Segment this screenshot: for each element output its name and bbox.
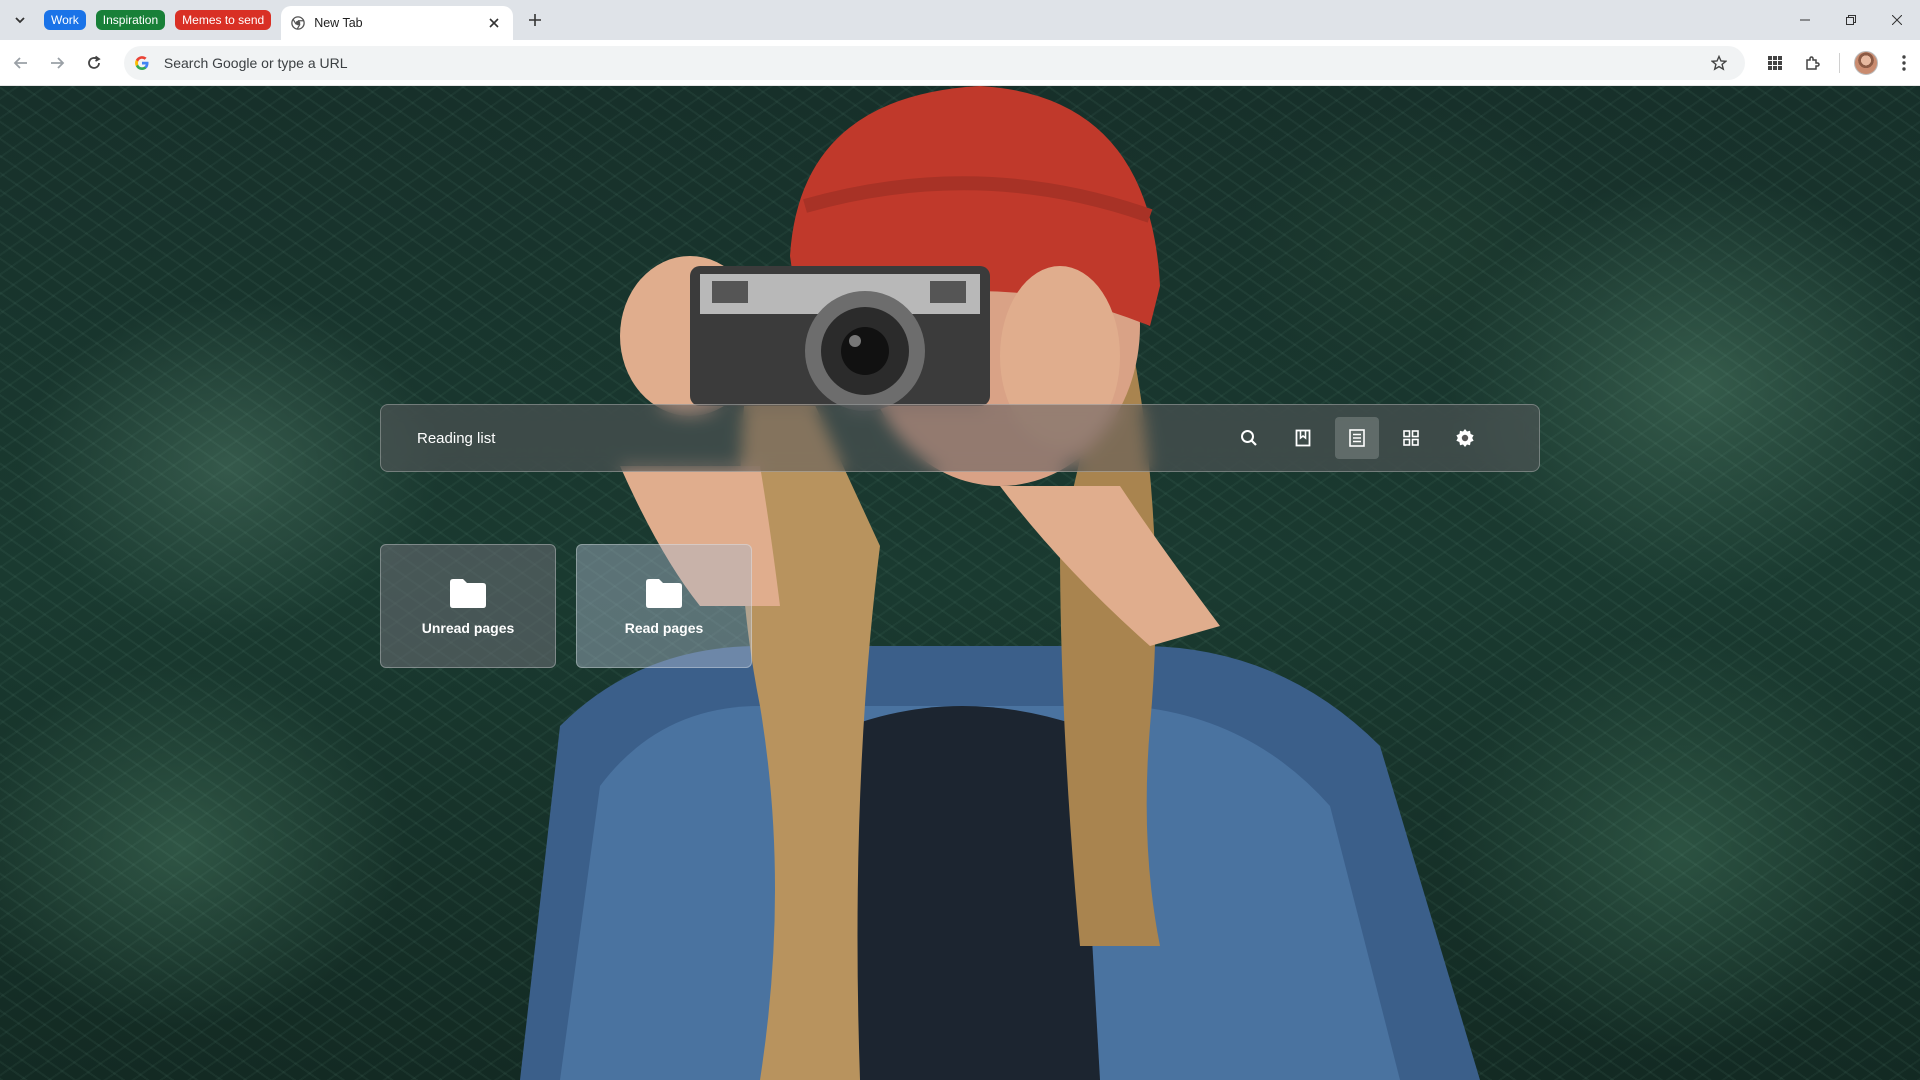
bookmark-icon (1295, 429, 1311, 447)
forward-button[interactable] (42, 47, 74, 79)
plus-icon (529, 14, 542, 26)
reading-list-title: Reading list (417, 429, 496, 447)
star-icon (1711, 54, 1727, 71)
minimize-icon (1800, 19, 1810, 21)
restore-button[interactable] (1828, 0, 1874, 40)
list-view-button[interactable] (1335, 417, 1379, 459)
apps-grid-icon (1768, 55, 1782, 70)
puzzle-icon (1806, 55, 1820, 70)
chrome-icon (291, 16, 305, 30)
google-g-icon (134, 55, 149, 70)
background-photo (520, 86, 1480, 1080)
back-button[interactable] (5, 47, 37, 79)
bookmarks-view-button[interactable] (1281, 417, 1325, 459)
new-tab-button[interactable] (521, 6, 549, 34)
omnibox-input[interactable] (161, 53, 1703, 72)
avatar (1854, 50, 1878, 75)
tab-group-inspiration[interactable]: Inspiration (95, 10, 166, 30)
tab-group-work[interactable]: Work (44, 10, 86, 30)
reading-list-tools (1227, 417, 1487, 459)
chrome-menu-button[interactable] (1888, 47, 1920, 79)
grid-view-button[interactable] (1389, 417, 1433, 459)
search-button[interactable] (1227, 417, 1271, 459)
window-controls (1782, 0, 1920, 40)
grid-view-icon (1403, 430, 1419, 446)
tab-new-tab[interactable]: New Tab (281, 6, 514, 40)
minimize-button[interactable] (1782, 0, 1828, 40)
gear-icon (1456, 429, 1474, 447)
close-icon (1892, 15, 1902, 25)
folder-label: Unread pages (421, 620, 515, 636)
folder-icon (450, 579, 486, 608)
close-tab-button[interactable] (485, 14, 503, 32)
settings-button[interactable] (1443, 417, 1487, 459)
bookmark-star-button[interactable] (1703, 47, 1735, 79)
close-window-button[interactable] (1874, 0, 1920, 40)
tab-search-button[interactable] (6, 6, 34, 34)
close-icon (489, 18, 499, 28)
reload-icon (88, 55, 101, 69)
list-view-icon (1349, 429, 1365, 447)
arrow-right-icon (51, 56, 65, 69)
new-tab-page: Reading list Unread pages Read pages (0, 86, 1920, 1080)
tab-title: New Tab (314, 16, 363, 30)
reading-list-bar: Reading list (380, 404, 1540, 472)
omnibox[interactable] (123, 45, 1745, 80)
folder-read-pages[interactable]: Read pages (576, 544, 752, 668)
folder-icon (646, 579, 682, 608)
more-vert-icon (1902, 54, 1906, 71)
browser-toolbar (0, 40, 1920, 86)
extensions-button[interactable] (1797, 47, 1829, 79)
search-icon (1241, 430, 1257, 446)
toolbar-divider (1839, 52, 1840, 73)
arrow-left-icon (13, 56, 27, 69)
apps-button[interactable] (1759, 47, 1791, 79)
reload-button[interactable] (78, 47, 110, 79)
folder-label: Read pages (624, 620, 704, 636)
tab-group-memes[interactable]: Memes to send (175, 10, 272, 30)
profile-button[interactable] (1850, 47, 1882, 79)
tab-strip: Work Inspiration Memes to send New Tab (0, 0, 1920, 40)
chevron-down-icon (15, 17, 25, 24)
restore-icon (1846, 15, 1856, 25)
folder-unread-pages[interactable]: Unread pages (380, 544, 556, 668)
